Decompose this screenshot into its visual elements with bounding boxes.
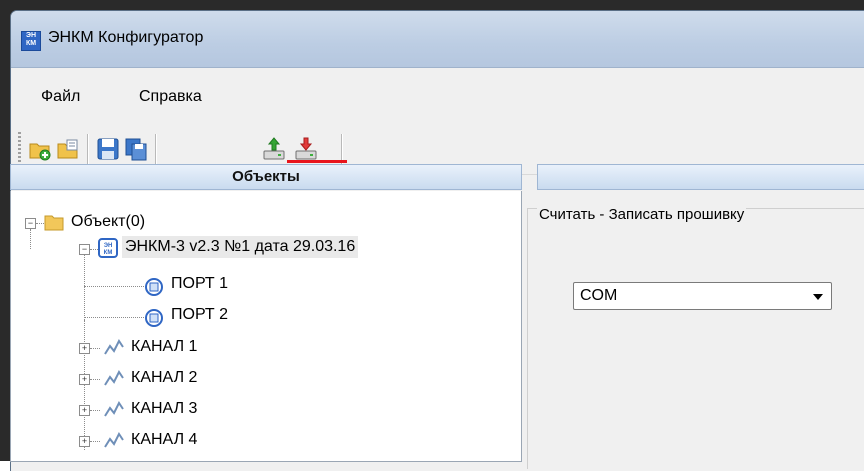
expand-channel-icon[interactable]: + xyxy=(79,405,90,416)
save-icon[interactable] xyxy=(95,136,121,162)
tree-line xyxy=(36,223,44,225)
object-tree[interactable]: − Объект(0) − ЭН КМ ЭНКМ-3 v2.3 №1 дата … xyxy=(10,191,522,462)
svg-text:КМ: КМ xyxy=(104,250,113,256)
tree-node-channel[interactable]: КАНАЛ 2 xyxy=(131,369,197,387)
tree-line xyxy=(90,249,98,251)
tree-node-channel[interactable]: КАНАЛ 1 xyxy=(131,338,197,356)
right-panel-header xyxy=(537,164,864,190)
tree-node-port[interactable]: ПОРТ 1 xyxy=(171,275,228,293)
tree-line xyxy=(90,441,100,443)
channel-icon xyxy=(104,339,124,355)
menu-bar: Файл Справка xyxy=(11,68,864,122)
tree-line xyxy=(84,286,144,288)
expand-channel-icon[interactable]: + xyxy=(79,436,90,447)
channel-icon xyxy=(104,432,124,448)
tree-node-device[interactable]: ЭНКМ-3 v2.3 №1 дата 29.03.16 xyxy=(122,236,359,258)
open-icon[interactable] xyxy=(55,136,81,162)
expand-channel-icon[interactable]: + xyxy=(79,374,90,385)
window-title: ЭНКМ Конфигуратор xyxy=(48,29,204,46)
tree-line xyxy=(90,348,100,350)
toolbar-separator xyxy=(87,134,89,164)
tree-node-root[interactable]: Объект(0) xyxy=(71,213,145,231)
chevron-down-icon[interactable] xyxy=(813,294,823,300)
tree-line xyxy=(84,317,144,319)
tree-line xyxy=(84,320,86,450)
objects-panel-header: Объекты xyxy=(10,164,522,190)
title-bar[interactable]: ЭН КМ ЭНКМ Конфигуратор xyxy=(11,11,864,68)
firmware-group-box xyxy=(527,208,864,469)
device-icon: ЭН КМ xyxy=(98,238,118,258)
active-tool-indicator xyxy=(287,160,347,163)
folder-icon xyxy=(44,215,64,231)
port-icon xyxy=(145,309,163,327)
app-icon-text: ЭН КМ xyxy=(25,32,37,47)
channel-icon xyxy=(104,370,124,386)
menu-file[interactable]: Файл xyxy=(41,88,80,106)
copy-icon[interactable] xyxy=(123,136,149,162)
tree-line xyxy=(90,410,100,412)
tree-line xyxy=(90,379,100,381)
tree-line xyxy=(30,229,32,249)
firmware-group-title: Считать - Записать прошивку xyxy=(537,206,747,223)
tree-node-port[interactable]: ПОРТ 2 xyxy=(171,306,228,324)
port-select[interactable]: COM xyxy=(573,282,832,310)
toolbar-separator xyxy=(155,134,157,164)
collapse-root-icon[interactable]: − xyxy=(25,218,36,229)
menu-help[interactable]: Справка xyxy=(139,88,202,106)
new-object-icon[interactable] xyxy=(27,136,53,162)
upload-icon[interactable] xyxy=(261,136,287,162)
port-icon xyxy=(145,278,163,296)
svg-text:ЭН: ЭН xyxy=(104,243,113,249)
expand-channel-icon[interactable]: + xyxy=(79,343,90,354)
app-icon: ЭН КМ xyxy=(21,31,41,51)
download-icon[interactable] xyxy=(293,136,319,162)
tree-node-channel[interactable]: КАНАЛ 4 xyxy=(131,431,197,449)
collapse-device-icon[interactable]: − xyxy=(79,244,90,255)
port-select-value: COM xyxy=(580,287,618,304)
channel-icon xyxy=(104,401,124,417)
toolbar-grip[interactable] xyxy=(18,132,21,162)
tree-node-channel[interactable]: КАНАЛ 3 xyxy=(131,400,197,418)
